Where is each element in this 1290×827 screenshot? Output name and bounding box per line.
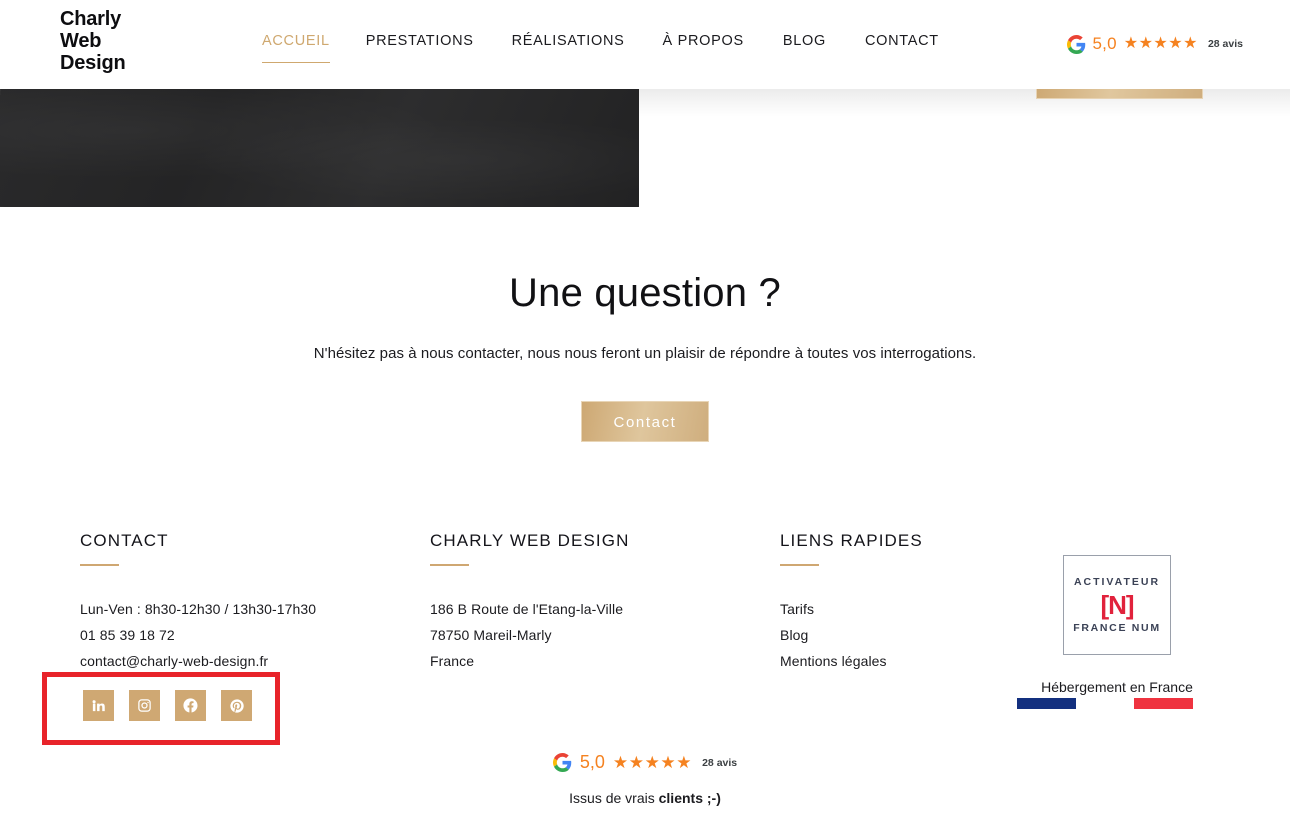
nav-item-accueil[interactable]: ACCUEIL (262, 33, 330, 67)
site-header: Charly Web Design ACCUEIL PRESTATIONS RÉ… (0, 0, 1290, 89)
footer-title-rule (780, 564, 819, 566)
bottom-review-stars: ★★★★★ (612, 753, 693, 772)
social-links-row (83, 690, 252, 721)
contact-button[interactable]: Contact (581, 401, 709, 442)
flag-band-blue (1017, 698, 1076, 709)
france-num-top-text: ACTIVATEUR (1073, 575, 1161, 588)
site-footer: CONTACT Lun-Ven : 8h30-12h30 / 13h30-17h… (0, 500, 1290, 745)
bottom-review-row[interactable]: 5,0 ★★★★★ 28 avis (552, 752, 738, 773)
footer-brand-title: CHARLY WEB DESIGN (430, 531, 630, 550)
google-g-icon (552, 753, 572, 772)
nav-item-prestations[interactable]: PRESTATIONS (366, 33, 474, 53)
link-tarifs[interactable]: Tarifs (780, 596, 923, 622)
question-title: Une question ? (509, 271, 781, 315)
footer-brand-body: 186 B Route de l'Etang-la-Ville 78750 Ma… (430, 596, 629, 674)
contact-hours: Lun-Ven : 8h30-12h30 / 13h30-17h30 (80, 601, 317, 617)
link-blog[interactable]: Blog (780, 622, 923, 648)
nav-active-underline (262, 62, 330, 63)
address-line-1: 186 B Route de l'Etang-la-Ville (430, 601, 624, 617)
france-num-mark: [N] (1100, 589, 1134, 620)
france-num-badge[interactable]: ACTIVATEUR [N] FRANCE NUM (1063, 555, 1171, 655)
footer-contact-title: CONTACT (80, 531, 169, 550)
footer-contact-body: Lun-Ven : 8h30-12h30 / 13h30-17h30 01 85… (80, 596, 316, 674)
hosting-text: Hébergement en France (1041, 679, 1193, 695)
nav-item-contact[interactable]: CONTACT (865, 33, 939, 53)
flag-band-white (1075, 698, 1135, 709)
reviews-tagline: Issus de vrais clients ;-) (0, 790, 1290, 806)
flag-band-red (1134, 698, 1194, 709)
floating-cta-button[interactable] (1036, 89, 1203, 99)
tagline-bold: clients ;-) (658, 790, 721, 806)
nav-label-accueil: ACCUEIL (262, 33, 330, 49)
google-g-icon (1066, 34, 1085, 54)
bottom-review-count: 28 avis (702, 756, 738, 769)
footer-columns: CONTACT Lun-Ven : 8h30-12h30 / 13h30-17h… (0, 500, 1290, 745)
social-links-annotation-box (42, 672, 280, 745)
contact-phone[interactable]: 01 85 39 18 72 (80, 622, 316, 648)
header-review-stars: ★★★★★ (1123, 35, 1198, 52)
hero-dark-image (0, 89, 639, 207)
footer-column-badge: ACTIVATEUR [N] FRANCE NUM Hébergement en… (1017, 555, 1217, 709)
nav-item-blog[interactable]: BLOG (783, 33, 826, 53)
instagram-icon[interactable] (129, 690, 160, 721)
footer-column-links: LIENS RAPIDES Tarifs Blog Mentions légal… (780, 500, 923, 674)
logo-line-2: Web (60, 30, 102, 52)
nav-item-realisations[interactable]: RÉALISATIONS (512, 33, 625, 53)
footer-title-rule (80, 564, 119, 566)
pinterest-icon[interactable] (221, 690, 252, 721)
footer-column-contact: CONTACT Lun-Ven : 8h30-12h30 / 13h30-17h… (42, 500, 316, 745)
question-subtitle: N'hésitez pas à nous contacter, nous nou… (313, 345, 977, 362)
tagline-prefix: Issus de vrais (569, 790, 659, 806)
header-review-count: 28 avis (1207, 38, 1243, 50)
linkedin-icon[interactable] (83, 690, 114, 721)
address-line-3: France (430, 653, 475, 669)
address-line-2: 78750 Mareil-Marly (430, 627, 552, 643)
bottom-google-reviews: 5,0 ★★★★★ 28 avis Issus de vrais clients… (0, 752, 1290, 806)
link-mentions-legales[interactable]: Mentions légales (780, 648, 923, 674)
france-num-bottom-text: FRANCE NUM (1073, 622, 1161, 635)
header-google-review-badge[interactable]: 5,0 ★★★★★ 28 avis (1066, 34, 1243, 54)
facebook-icon[interactable] (175, 690, 206, 721)
french-flag-icon (1017, 698, 1194, 709)
logo-line-1: Charly (60, 8, 122, 30)
header-review-score: 5,0 (1092, 34, 1117, 53)
footer-title-rule (430, 564, 469, 566)
bottom-review-score: 5,0 (579, 752, 605, 772)
hero-strip (0, 89, 1290, 207)
question-section: Une question ? N'hésitez pas à nous cont… (0, 207, 1290, 442)
main-navigation: ACCUEIL PRESTATIONS RÉALISATIONS À PROPO… (262, 33, 939, 67)
footer-column-brand: CHARLY WEB DESIGN 186 B Route de l'Etang… (430, 500, 629, 674)
footer-links-body: Tarifs Blog Mentions légales (780, 596, 923, 674)
nav-item-a-propos[interactable]: À PROPOS (663, 33, 744, 53)
logo-line-3: Design (60, 52, 126, 74)
footer-links-title: LIENS RAPIDES (780, 531, 923, 550)
site-logo[interactable]: Charly Web Design (60, 8, 126, 74)
contact-email[interactable]: contact@charly-web-design.fr (80, 648, 316, 674)
